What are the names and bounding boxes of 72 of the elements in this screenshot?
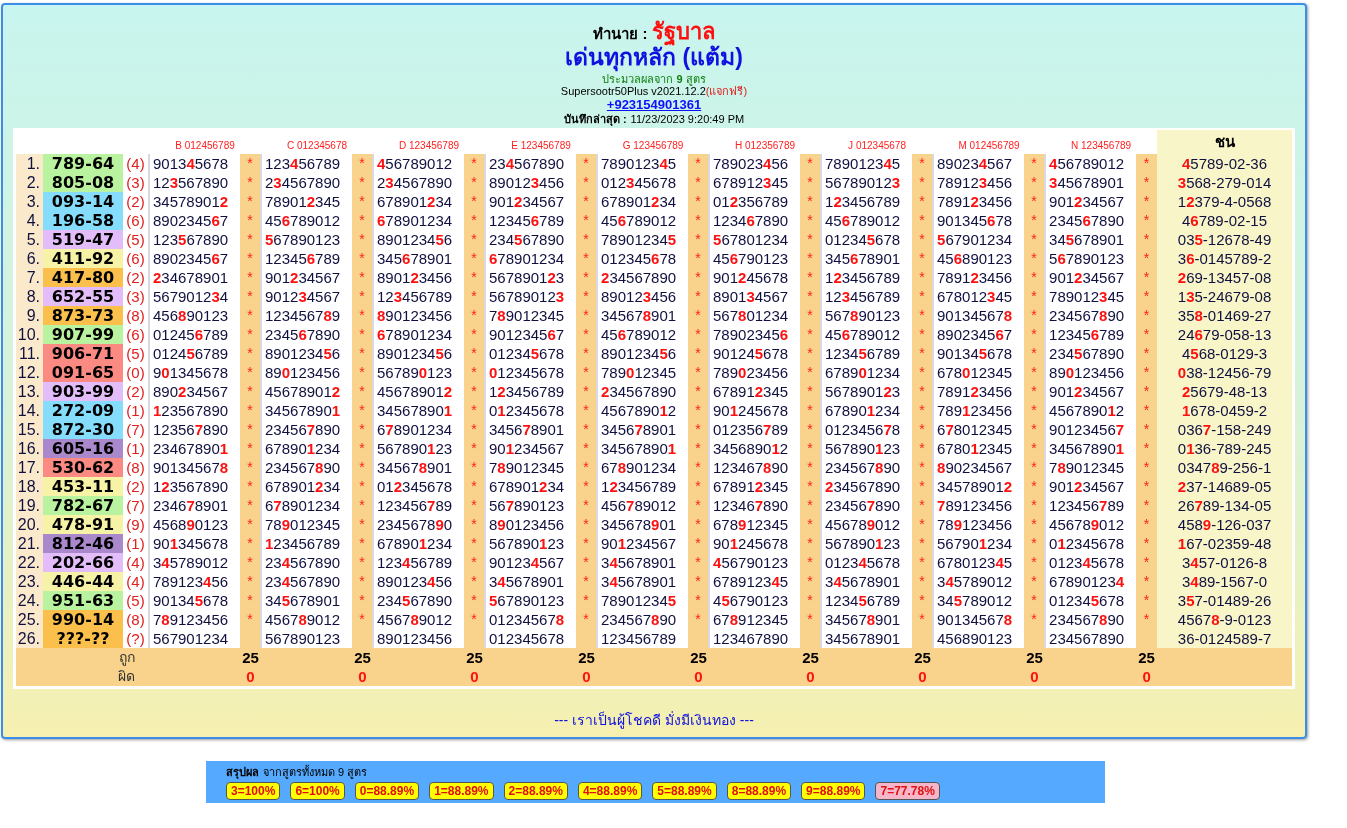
miss-count: 0 [470, 667, 479, 685]
phone-link[interactable]: +923154901361 [606, 97, 702, 112]
miss-count: 0 [582, 667, 591, 685]
lottery-title: รัฐบาล [651, 19, 715, 45]
hit-label: ถูก [119, 648, 135, 665]
star-cell: * [688, 153, 710, 173]
hit-count: 25 [914, 648, 931, 666]
formula-note: ประมวลผลจาก 9 สูตร [601, 72, 706, 86]
score-badge: 7=77.78% [875, 782, 940, 800]
miss-count: 0 [806, 667, 815, 685]
column-header: E 123456789 [511, 139, 571, 151]
column-header: M 012456789 [958, 139, 1020, 151]
column-header: C 012345678 [287, 139, 348, 151]
number-cell: 789012345 [597, 153, 689, 173]
star-cell: * [912, 153, 934, 173]
star-cell: * [464, 153, 485, 173]
hit-count: 25 [466, 648, 483, 666]
star-cell: * [800, 153, 822, 173]
star-cell: * [240, 153, 261, 173]
score-badge: 0=88.89% [354, 782, 420, 800]
score-badge: 9=88.89% [801, 782, 866, 800]
number-cell: 901345678 [149, 153, 240, 173]
column-header: H 012356789 [735, 139, 796, 151]
score-badge: 8=88.89% [726, 782, 792, 800]
miss-count: 0 [918, 667, 927, 685]
miss-label: ผิด [118, 667, 135, 684]
number-cell: 789023456 [709, 153, 801, 173]
footer-slogan: --- เราเป็นผู้โชคดี มั่งมีเงินทอง --- [554, 711, 754, 728]
free-note: (แจกฟรี) [705, 85, 748, 98]
hit-count: 25 [578, 648, 595, 666]
miss-count: 0 [694, 667, 703, 685]
hit-count: 25 [354, 648, 371, 666]
star-cell: * [576, 153, 598, 173]
column-header: B 012456789 [175, 139, 235, 151]
miss-count: 0 [358, 667, 367, 685]
score-badge: 6=100% [290, 782, 345, 800]
predict-label: ทำนาย : [593, 25, 648, 43]
number-cell: 789012345 [821, 153, 913, 173]
score-badge: 2=88.89% [503, 782, 568, 800]
number-cell: 890234567 [933, 153, 1025, 173]
star-cell: * [1024, 153, 1046, 173]
score-badge: 3=100% [226, 782, 281, 800]
number-cell: 123456789 [261, 153, 352, 173]
saved-time: 11/23/2023 9:20:49 PM [630, 112, 745, 126]
summary-note: จากสูตรทั้งหมด 9 สูตร [263, 764, 368, 781]
summary-title: สรุปผล [226, 765, 259, 781]
number-cell: 456789012 [1045, 153, 1137, 173]
hit-count: 25 [1138, 648, 1155, 666]
number-cell: 456789012 [373, 153, 464, 173]
result-number: 789-64 [43, 153, 123, 173]
score-badge: 4=88.89% [577, 782, 643, 800]
row-number: 1. [16, 153, 43, 173]
version-text: Supersootr50Plus v2021.12.2 [560, 85, 706, 98]
miss-count: 0 [1030, 667, 1039, 685]
star-cell: * [352, 153, 373, 173]
star-cell: * [1136, 153, 1158, 173]
hit-count: 25 [690, 648, 707, 666]
miss-count: 0 [1142, 667, 1151, 685]
score-badge: 1=88.89% [429, 782, 494, 800]
hit-count: 25 [242, 648, 259, 666]
column-header: N 123456789 [1071, 139, 1132, 151]
column-header: D 123456789 [399, 139, 460, 151]
number-cell: 234567890 [485, 153, 576, 173]
digit-label: (4) [123, 153, 149, 173]
score-badge: 5=88.89% [652, 782, 717, 800]
column-header: ชน [1214, 132, 1235, 150]
saved-label: บันทึกล่าสุด : [563, 112, 627, 126]
column-header: G 123456789 [622, 139, 684, 151]
hit-count: 25 [1026, 648, 1043, 666]
hit-count: 25 [802, 648, 819, 666]
column-header: J 012345678 [848, 139, 906, 151]
miss-count: 0 [246, 667, 255, 685]
